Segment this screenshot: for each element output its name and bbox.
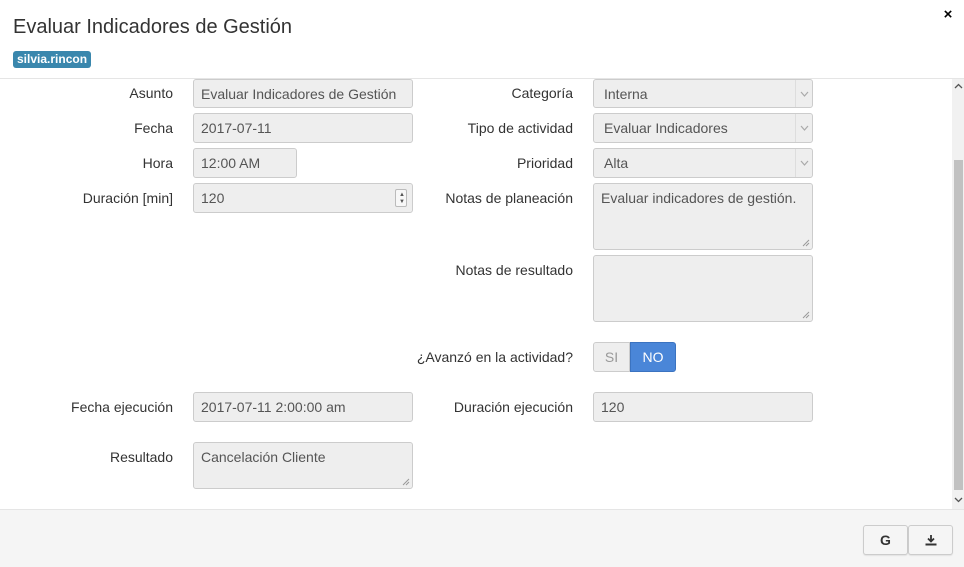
duracion-ejecucion-field[interactable]: 120 <box>593 392 813 422</box>
close-icon[interactable]: × <box>940 7 956 23</box>
chevron-down-icon <box>795 149 812 177</box>
categoria-select[interactable]: Interna <box>593 79 813 108</box>
hora-field[interactable]: 12:00 AM <box>193 148 297 178</box>
categoria-label: Categoría <box>511 85 573 101</box>
notas-resultado-textarea[interactable] <box>593 255 813 322</box>
resultado-value: Cancelación Cliente <box>201 449 326 465</box>
modal-footer: G <box>0 509 964 567</box>
resize-grip-icon[interactable] <box>402 478 410 486</box>
tipo-actividad-value: Evaluar Indicadores <box>604 120 728 136</box>
toggle-no-button[interactable]: NO <box>630 342 676 372</box>
resultado-label: Resultado <box>109 449 173 465</box>
prioridad-select[interactable]: Alta <box>593 148 813 178</box>
duracion-ejecucion-label: Duración ejecución <box>453 399 573 415</box>
resize-grip-icon[interactable] <box>802 311 810 319</box>
vertical-scrollbar[interactable] <box>952 79 964 509</box>
duracion-label: Duración [min] <box>82 190 173 206</box>
duracion-value: 120 <box>201 190 225 206</box>
google-button[interactable]: G <box>863 525 908 555</box>
modal-body: Asunto Evaluar Indicadores de Gestión Fe… <box>0 79 964 509</box>
fecha-field[interactable]: 2017-07-11 <box>193 113 413 143</box>
asunto-label: Asunto <box>129 85 173 101</box>
user-badge: silvia.rincon <box>13 51 92 68</box>
hora-label: Hora <box>142 155 173 171</box>
avanzo-label: ¿Avanzó en la actividad? <box>416 349 573 365</box>
prioridad-value: Alta <box>604 155 629 171</box>
fecha-ejecucion-field[interactable]: 2017-07-11 2:00:00 am <box>193 392 413 422</box>
modal-title: Evaluar Indicadores de Gestión <box>13 16 293 38</box>
prioridad-label: Prioridad <box>516 155 573 171</box>
resize-grip-icon[interactable] <box>802 239 810 247</box>
tipo-actividad-label: Tipo de actividad <box>467 120 573 136</box>
notas-resultado-label: Notas de resultado <box>455 262 573 278</box>
download-button[interactable] <box>908 525 953 555</box>
duracion-field[interactable]: 120 ▲ ▼ <box>193 183 413 213</box>
activity-modal: Evaluar Indicadores de Gestión silvia.ri… <box>0 0 964 567</box>
chevron-down-icon <box>795 80 812 107</box>
modal-header: Evaluar Indicadores de Gestión silvia.ri… <box>0 0 964 79</box>
fecha-label: Fecha <box>134 120 173 136</box>
tipo-actividad-select[interactable]: Evaluar Indicadores <box>593 113 813 143</box>
resultado-textarea[interactable]: Cancelación Cliente <box>193 442 413 489</box>
scroll-down-icon[interactable] <box>954 495 963 504</box>
fecha-ejecucion-label: Fecha ejecución <box>71 399 173 415</box>
avanzo-toggle: SI NO <box>593 342 676 372</box>
notas-planeacion-textarea[interactable]: Evaluar indicadores de gestión. <box>593 183 813 250</box>
asunto-field[interactable]: Evaluar Indicadores de Gestión <box>193 79 413 108</box>
download-icon <box>925 534 936 545</box>
notas-planeacion-value: Evaluar indicadores de gestión. <box>601 190 797 206</box>
categoria-value: Interna <box>604 86 648 102</box>
notas-planeacion-label: Notas de planeación <box>445 190 573 206</box>
toggle-si-button[interactable]: SI <box>593 342 630 372</box>
chevron-down-icon <box>795 114 812 142</box>
scroll-thumb[interactable] <box>954 160 963 490</box>
scroll-up-icon[interactable] <box>954 82 963 91</box>
